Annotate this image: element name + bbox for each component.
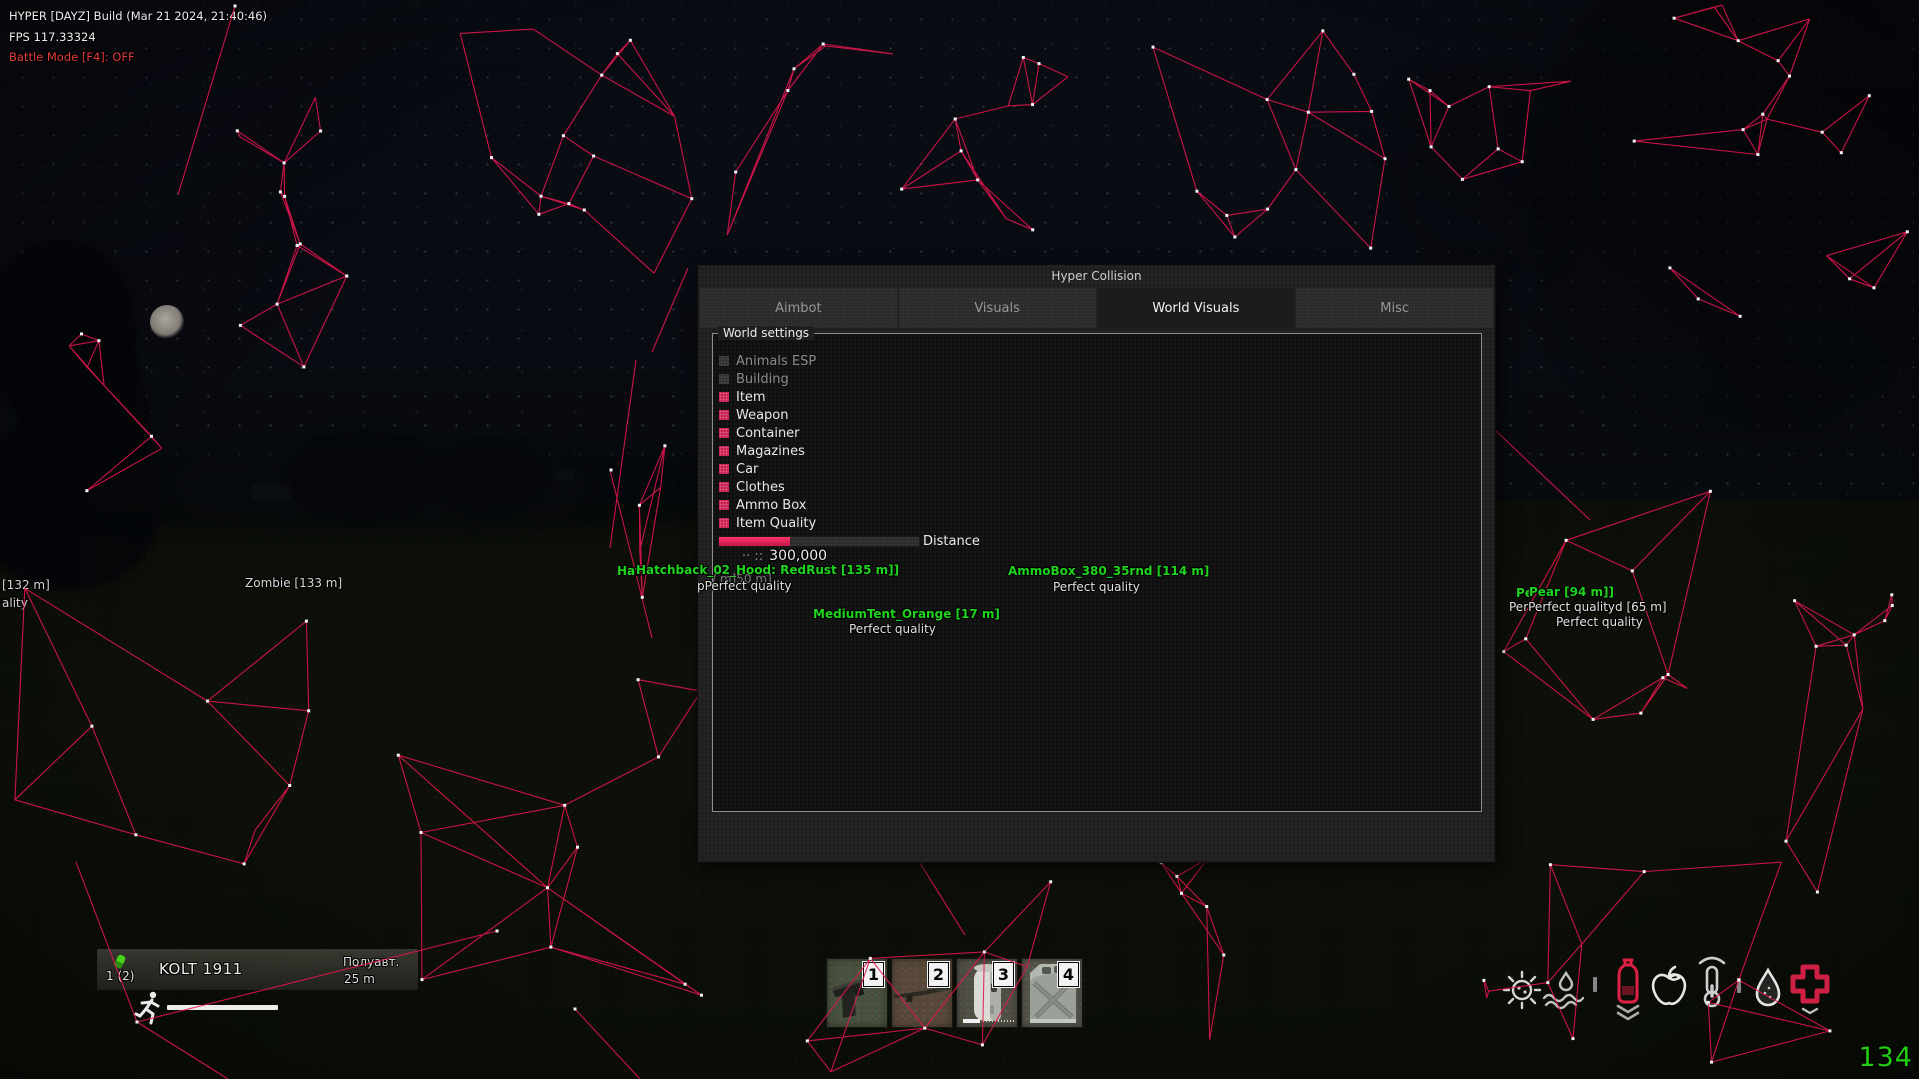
weapon-name: KOLT 1911 <box>159 960 243 978</box>
esp-item-label-pear: Pear [94 m]] <box>1529 585 1614 599</box>
esp-quality-label: PerPerfect qualityd [65 m] <box>1509 600 1667 614</box>
hotbar-slot-1[interactable]: 1 <box>826 958 888 1028</box>
checkbox-box <box>719 356 729 366</box>
zeroing-distance: 25 m <box>344 972 375 986</box>
checkbox-box <box>719 392 729 402</box>
health-cross-icon <box>1786 962 1834 1018</box>
tab-bar: Aimbot Visuals World Visuals Misc <box>700 288 1493 328</box>
checkbox-box <box>719 374 729 384</box>
blood-drop-icon <box>1748 966 1788 1012</box>
hotbar-slot-number: 2 <box>928 962 949 987</box>
hotbar-slot-number: 1 <box>863 962 884 987</box>
checkbox-box <box>719 518 729 528</box>
virus-icon <box>1500 968 1544 1012</box>
item-fill-bar <box>963 1019 980 1023</box>
groupbox-title: World settings <box>718 326 814 340</box>
hud-divider <box>1737 978 1741 993</box>
hotbar-slot-4[interactable]: 4 <box>1021 958 1083 1028</box>
temperature-icon <box>1692 954 1732 1014</box>
esp-zombie-label: Zombie [133 m] <box>245 576 342 590</box>
checkbox-weapon[interactable]: Weapon <box>719 406 816 424</box>
hunger-apple-icon <box>1646 964 1692 1012</box>
status-icon-strip <box>1496 952 1836 1027</box>
esp-quality-label: Perfect quality <box>1556 615 1643 629</box>
checkbox-box <box>719 482 729 492</box>
checkbox-item-quality[interactable]: Item Quality <box>719 514 816 532</box>
wetness-icon <box>1540 970 1586 1012</box>
checkbox-building[interactable]: Building <box>719 370 816 388</box>
stamina-bar <box>167 1005 278 1010</box>
stamina-run-icon <box>133 990 163 1026</box>
checkbox-box <box>719 464 729 474</box>
item-fill-dots <box>983 1020 1016 1022</box>
thirst-bottle-icon <box>1608 956 1648 1022</box>
checkbox-clothes[interactable]: Clothes <box>719 478 816 496</box>
esp-quality-label-clipped: ality <box>2 596 28 610</box>
weapon-info-bar: 1 (2) KOLT 1911 Полуавт. 25 m <box>97 949 418 990</box>
checkbox-list: Animals ESP Building Item Weapon Contain… <box>719 352 816 532</box>
slider-tick-marks: ·· :: <box>742 549 763 564</box>
checkbox-animals-esp[interactable]: Animals ESP <box>719 352 816 370</box>
window-title: Hyper Collision <box>698 269 1495 283</box>
ping-counter: 134 <box>1858 1042 1913 1073</box>
checkbox-ammo-box[interactable]: Ammo Box <box>719 496 816 514</box>
hotbar-slot-number: 3 <box>993 962 1014 987</box>
esp-item-label-tent: MediumTent_Orange [17 m] <box>813 607 1000 621</box>
ammo-count: 1 (2) <box>106 969 134 983</box>
checkbox-container[interactable]: Container <box>719 424 816 442</box>
tab-visuals[interactable]: Visuals <box>899 288 1096 328</box>
hotbar-slot-3[interactable]: 3 <box>956 958 1018 1028</box>
tab-aimbot[interactable]: Aimbot <box>700 288 897 328</box>
hotbar-slot-number: 4 <box>1058 962 1079 987</box>
esp-quality-label: Perfect quality <box>1053 580 1140 594</box>
distance-label: Distance <box>923 534 980 549</box>
fire-mode-label: Полуавт. <box>343 955 399 969</box>
tab-world-visuals[interactable]: World Visuals <box>1098 288 1295 328</box>
checkbox-box <box>719 428 729 438</box>
checkbox-box <box>719 446 729 456</box>
esp-item-label-ammobox: AmmoBox_380_35rnd [114 m] <box>1008 564 1209 578</box>
checkbox-magazines[interactable]: Magazines <box>719 442 816 460</box>
ammo-type-icon <box>114 954 127 969</box>
checkbox-box <box>719 410 729 420</box>
hud-divider <box>1593 977 1597 992</box>
checkbox-item[interactable]: Item <box>719 388 816 406</box>
checkbox-car[interactable]: Car <box>719 460 816 478</box>
distance-value: 300,000 <box>769 548 827 564</box>
checkbox-box <box>719 500 729 510</box>
tab-misc[interactable]: Misc <box>1296 288 1493 328</box>
distance-value-row: ·· ::300,000 <box>742 545 827 564</box>
esp-distance-label: [132 m] <box>2 578 50 592</box>
esp-quality-label: Perfect quality <box>849 622 936 636</box>
esp-quality-label: pPerfect quality <box>697 579 792 593</box>
hotbar-slot-2[interactable]: 2 <box>891 958 953 1028</box>
